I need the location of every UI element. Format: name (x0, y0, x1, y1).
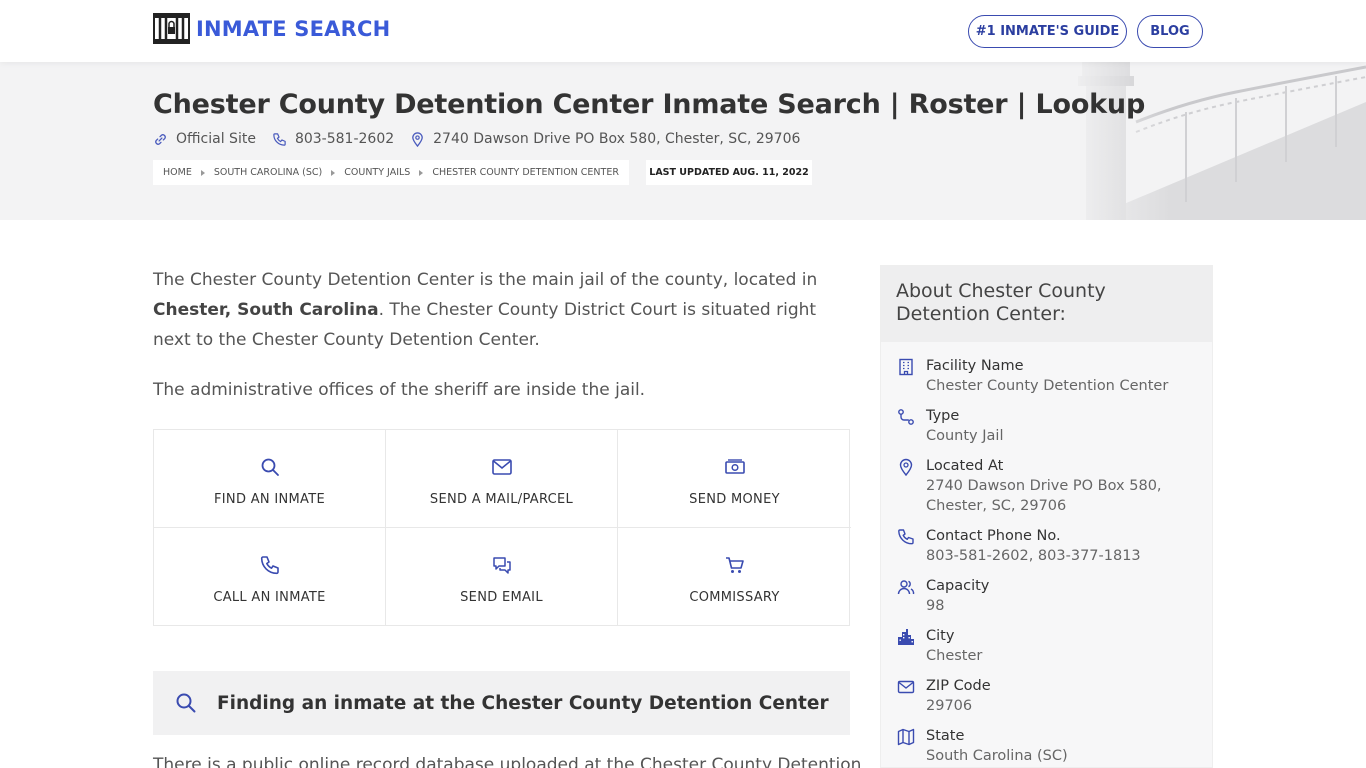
route-icon (898, 409, 914, 425)
phone-icon (273, 132, 286, 146)
facility-details-list: Facility Name Chester County Detention C… (881, 342, 1212, 766)
detail-value: South Carolina (SC) (926, 748, 1068, 764)
detail-label: Located At (926, 458, 1004, 474)
detail-label: Type (926, 408, 960, 424)
map-icon (897, 728, 915, 746)
address-item: 2740 Dawson Drive PO Box 580, Chester, S… (410, 131, 800, 147)
facility-meta: Official Site 803-581-2602 2740 Dawson D… (153, 131, 816, 147)
official-site-link[interactable]: Official Site (153, 131, 256, 147)
detail-contact-phone: Contact Phone No. 803-581-2602, 803-377-… (881, 526, 1212, 566)
call-inmate-action[interactable]: CALL AN INMATE (154, 528, 386, 626)
commissary-label: COMMISSARY (689, 590, 780, 605)
send-money-label: SEND MONEY (689, 492, 780, 507)
send-money-action[interactable]: SEND MONEY (618, 430, 851, 528)
send-mail-label: SEND A MAIL/PARCEL (429, 492, 574, 507)
send-email-label: SEND EMAIL (460, 590, 543, 605)
send-email-action[interactable]: SEND EMAIL (386, 528, 618, 626)
intro-paragraph: The Chester County Detention Center is t… (153, 265, 853, 355)
cart-icon (725, 557, 744, 573)
detail-value: 803-581-2602, 803-377-1813 (926, 548, 1141, 564)
intro-location: Chester, South Carolina (153, 300, 379, 320)
find-inmate-action[interactable]: FIND AN INMATE (154, 430, 386, 528)
find-inmate-section-header: Finding an inmate at the Chester County … (153, 671, 850, 735)
detail-label: Contact Phone No. (926, 528, 1061, 544)
last-updated-badge: LAST UPDATED AUG. 11, 2022 (646, 160, 812, 185)
envelope-icon (897, 680, 915, 694)
find-inmate-section-title: Finding an inmate at the Chester County … (217, 692, 829, 714)
call-inmate-label: CALL AN INMATE (213, 590, 326, 605)
detail-type: Type County Jail (881, 406, 1212, 446)
breadcrumb-home[interactable]: HOME (163, 167, 192, 178)
users-icon (897, 580, 915, 595)
logo-text: INMATE SEARCH (196, 16, 391, 41)
logo-link[interactable]: INMATE SEARCH (153, 13, 390, 44)
top-navbar: INMATE SEARCH #1 INMATE'S GUIDE BLOG (0, 0, 1366, 62)
link-icon (155, 133, 166, 145)
detail-located-at: Located At 2740 Dawson Drive PO Box 580,… (881, 456, 1212, 516)
breadcrumb-county-jails[interactable]: COUNTY JAILS (344, 167, 410, 178)
detail-value: 98 (926, 598, 945, 614)
page-title: Chester County Detention Center Inmate S… (153, 89, 1146, 120)
find-inmate-label: FIND AN INMATE (214, 492, 325, 507)
database-paragraph: There is a public online record database… (153, 755, 862, 768)
prison-tower-illustration (1066, 62, 1366, 220)
map-pin-icon (412, 131, 423, 147)
detail-facility-name: Facility Name Chester County Detention C… (881, 356, 1212, 396)
phone-icon (898, 529, 914, 545)
search-icon (261, 458, 279, 476)
breadcrumb: HOME SOUTH CAROLINA (SC) COUNTY JAILS CH… (153, 160, 629, 185)
detail-value: Chester (926, 648, 983, 664)
building-icon (899, 358, 913, 376)
phone-link[interactable]: 803-581-2602 (272, 131, 394, 147)
detail-label: State (926, 728, 965, 744)
official-site-label: Official Site (176, 131, 256, 147)
detail-label: Capacity (926, 578, 990, 594)
detail-label: ZIP Code (926, 678, 991, 694)
breadcrumb-separator-icon (200, 169, 205, 176)
sidebar-title: About Chester County Detention Center: (881, 266, 1212, 342)
envelope-icon (491, 459, 512, 475)
commissary-action[interactable]: COMMISSARY (618, 528, 851, 626)
detail-value: Chester County Detention Center (926, 378, 1169, 394)
send-mail-action[interactable]: SEND A MAIL/PARCEL (386, 430, 618, 528)
detail-value: County Jail (926, 428, 1004, 444)
address-label: 2740 Dawson Drive PO Box 580, Chester, S… (433, 131, 801, 147)
detail-label: City (926, 628, 955, 644)
sheriff-paragraph: The administrative offices of the sherif… (153, 380, 646, 400)
map-pin-icon (899, 458, 913, 476)
money-icon (724, 459, 745, 474)
intro-text-a: The Chester County Detention Center is t… (153, 270, 818, 290)
detail-label: Facility Name (926, 358, 1024, 374)
search-icon (176, 693, 196, 713)
city-icon (898, 629, 914, 645)
facility-info-sidebar: About Chester County Detention Center: F… (880, 265, 1213, 768)
nav-inmates-guide-button[interactable]: #1 INMATE'S GUIDE (968, 15, 1127, 48)
breadcrumb-state[interactable]: SOUTH CAROLINA (SC) (214, 167, 322, 178)
phone-label: 803-581-2602 (294, 131, 395, 147)
action-grid: FIND AN INMATE SEND A MAIL/PARCEL SEND M… (153, 429, 851, 626)
detail-city: City Chester (881, 626, 1212, 666)
detail-capacity: Capacity 98 (881, 576, 1212, 616)
breadcrumb-separator-icon (331, 169, 336, 176)
chat-bubbles-icon (492, 557, 511, 574)
jail-logo-icon (153, 13, 190, 44)
phone-icon (260, 556, 279, 575)
detail-state: State South Carolina (SC) (881, 726, 1212, 766)
detail-zip-code: ZIP Code 29706 (881, 676, 1212, 716)
detail-value: 2740 Dawson Drive PO Box 580, Chester, S… (926, 478, 1162, 514)
detail-value: 29706 (926, 698, 973, 714)
nav-blog-button[interactable]: BLOG (1137, 15, 1203, 48)
breadcrumb-facility[interactable]: CHESTER COUNTY DETENTION CENTER (432, 167, 619, 178)
breadcrumb-separator-icon (419, 169, 424, 176)
